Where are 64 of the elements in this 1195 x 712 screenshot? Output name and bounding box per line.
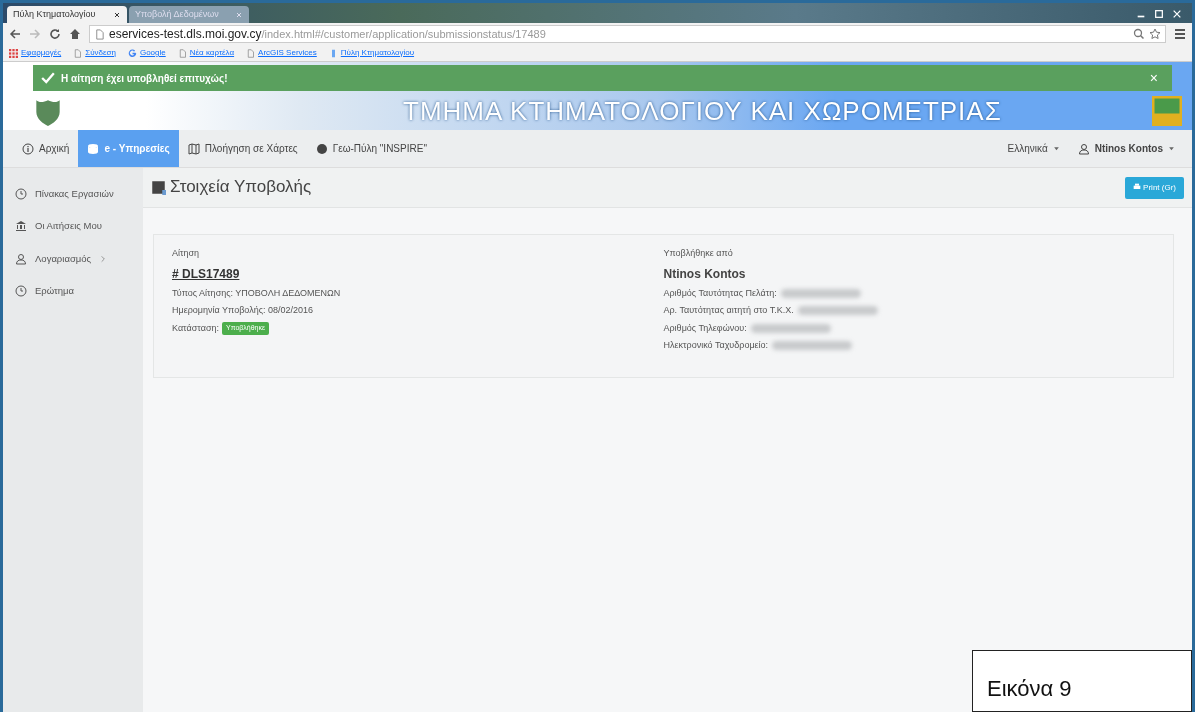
- browser-tab[interactable]: Πύλη Κτηματολογίου: [7, 6, 127, 23]
- bookmark[interactable]: Εφαρμογές: [9, 47, 62, 59]
- sidebar-item[interactable]: Λογαριασμός: [3, 242, 143, 275]
- close-icon[interactable]: [113, 10, 121, 19]
- sidebar-item[interactable]: Ερώτημα: [3, 274, 143, 307]
- nav-tab[interactable]: Γεω-Πύλη "INSPIRE": [306, 130, 436, 167]
- home-icon[interactable]: [69, 28, 81, 40]
- field-label: Αριθμός Ταυτότητας Πελάτη:: [663, 286, 777, 300]
- g-letter-icon: [127, 48, 137, 58]
- bookmark[interactable]: Πύλη Κτηματολογίου: [328, 47, 415, 59]
- page-title: Στοιχεία Υποβολής: [170, 177, 312, 198]
- reload-icon[interactable]: [49, 28, 61, 40]
- field-label: Κατάσταση:: [172, 321, 219, 335]
- alert-text: Η αίτηση έχει υποβληθεί επιτυχώς!: [61, 71, 228, 86]
- url-text: eservices-test.dls.moi.gov.cy/index.html#/customer/application/submissionstatus/17489: [109, 26, 546, 43]
- chevron-icon: [99, 254, 108, 263]
- nav-tab[interactable]: Πλοήγηση σε Χάρτες: [178, 130, 307, 167]
- sidebar-item[interactable]: Οι Αιτήσεις Μου: [3, 210, 143, 243]
- maximize-icon[interactable]: [1154, 9, 1164, 19]
- search-icon[interactable]: [1133, 28, 1145, 40]
- clock-icon: [15, 188, 27, 201]
- page-icon: [73, 48, 83, 58]
- sidebar-item[interactable]: Πίνακας Εργασιών: [3, 178, 143, 211]
- print-icon: [1132, 183, 1141, 192]
- submitter-name: Ntinos Kontos: [663, 265, 747, 283]
- nav-tab[interactable]: Αρχική: [13, 130, 79, 167]
- address-bar[interactable]: eservices-test.dls.moi.gov.cy/index.html#/customer/application/submissionstatus/17489: [89, 25, 1166, 43]
- star-icon[interactable]: [1149, 28, 1161, 40]
- language-dropdown[interactable]: Ελληνικά: [998, 130, 1069, 167]
- crest-logo-icon: [34, 98, 62, 126]
- field-label: Αρ. Ταυτότητας αιτητή στο Τ.Κ.Χ.: [663, 304, 794, 317]
- field-text: Ημερομηνία Υποβολής: 08/02/2016: [172, 304, 315, 317]
- bookmark[interactable]: ArcGIS Services: [246, 47, 317, 59]
- user-icon: [1077, 142, 1090, 155]
- check-icon: [41, 71, 55, 85]
- caret-icon: [1168, 145, 1175, 152]
- clock-icon: [15, 284, 27, 297]
- bank-icon: [15, 220, 27, 233]
- page-icon: [94, 28, 105, 40]
- bookmark[interactable]: Σύνδεση: [73, 47, 116, 59]
- section-label: Αίτηση: [172, 247, 201, 260]
- back-icon[interactable]: [9, 28, 21, 40]
- field-text: Τύπος Αίτησης: ΥΠΟΒΟΛΗ ΔΕΔΟΜΕΝΩΝ: [172, 286, 342, 300]
- menu-icon[interactable]: [1174, 28, 1186, 40]
- page-icon: [246, 48, 256, 58]
- user-menu[interactable]: Ntinos Kontos: [1068, 130, 1184, 167]
- map-icon: [187, 142, 200, 155]
- figure-caption: Εικόνα 9: [972, 650, 1192, 712]
- page-icon: [177, 48, 187, 58]
- section-label: Υποβλήθηκε από: [663, 247, 734, 260]
- user-icon: [15, 252, 27, 265]
- database-icon: [87, 142, 100, 155]
- map-emblem-icon: [1152, 96, 1182, 126]
- bookmark[interactable]: Νέα καρτέλα: [177, 47, 235, 59]
- close-icon[interactable]: [1172, 9, 1182, 19]
- field-label: Ηλεκτρονικό Ταχυδρομείο:: [663, 339, 769, 352]
- field-label: Αριθμός Τηλεφώνου:: [663, 321, 747, 335]
- site-title: ΤΜΗΜΑ ΚΤΗΜΑΤΟΛΟΓΙΟΥ ΚΑΙ ΧΩΡΟΜΕΤΡΙΑΣ: [403, 96, 1002, 126]
- application-link[interactable]: # DLS17489: [172, 264, 664, 283]
- info-icon: [22, 142, 34, 155]
- apps-icon: [9, 48, 18, 58]
- document-icon: [151, 180, 166, 195]
- caret-icon: [1052, 145, 1060, 152]
- bookmark[interactable]: Google: [127, 47, 166, 59]
